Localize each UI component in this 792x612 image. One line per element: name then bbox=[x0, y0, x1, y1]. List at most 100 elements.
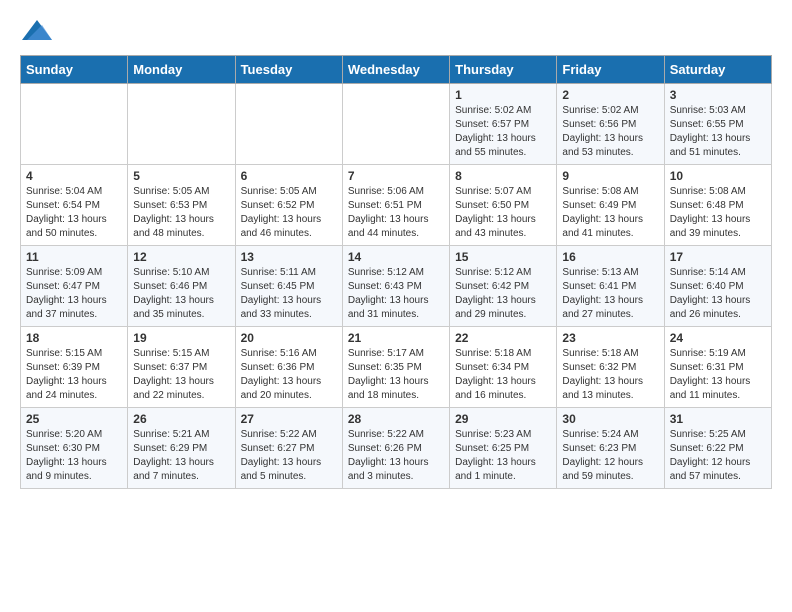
day-number: 6 bbox=[241, 169, 337, 183]
calendar-cell: 11 Sunrise: 5:09 AM Sunset: 6:47 PM Dayli… bbox=[21, 246, 128, 327]
day-number: 18 bbox=[26, 331, 122, 345]
day-number: 31 bbox=[670, 412, 766, 426]
calendar-cell: 31 Sunrise: 5:25 AM Sunset: 6:22 PM Dayli… bbox=[664, 408, 771, 489]
calendar-cell: 20 Sunrise: 5:16 AM Sunset: 6:36 PM Dayli… bbox=[235, 327, 342, 408]
day-number: 20 bbox=[241, 331, 337, 345]
day-info: Sunrise: 5:10 AM Sunset: 6:46 PM Dayligh… bbox=[133, 266, 229, 322]
day-info: Sunrise: 5:19 AM Sunset: 6:31 PM Dayligh… bbox=[670, 347, 766, 403]
day-info: Sunrise: 5:13 AM Sunset: 6:41 PM Dayligh… bbox=[562, 266, 658, 322]
day-info: Sunrise: 5:14 AM Sunset: 6:40 PM Dayligh… bbox=[670, 266, 766, 322]
calendar-cell: 3 Sunrise: 5:03 AM Sunset: 6:55 PM Daylig… bbox=[664, 84, 771, 165]
calendar-cell: 25 Sunrise: 5:20 AM Sunset: 6:30 PM Dayli… bbox=[21, 408, 128, 489]
calendar-cell: 26 Sunrise: 5:21 AM Sunset: 6:29 PM Dayli… bbox=[128, 408, 235, 489]
logo-text bbox=[20, 20, 52, 45]
day-info: Sunrise: 5:25 AM Sunset: 6:22 PM Dayligh… bbox=[670, 428, 766, 484]
header-saturday: Saturday bbox=[664, 56, 771, 84]
day-info: Sunrise: 5:21 AM Sunset: 6:29 PM Dayligh… bbox=[133, 428, 229, 484]
day-number: 28 bbox=[348, 412, 444, 426]
calendar-cell: 23 Sunrise: 5:18 AM Sunset: 6:32 PM Dayli… bbox=[557, 327, 664, 408]
day-number: 11 bbox=[26, 250, 122, 264]
day-info: Sunrise: 5:12 AM Sunset: 6:43 PM Dayligh… bbox=[348, 266, 444, 322]
day-number: 2 bbox=[562, 88, 658, 102]
day-number: 13 bbox=[241, 250, 337, 264]
calendar-cell: 16Sunrise: 5:13 AM Sunset: 6:41 PM Dayli… bbox=[557, 246, 664, 327]
calendar-cell: 6 Sunrise: 5:05 AM Sunset: 6:52 PM Daylig… bbox=[235, 165, 342, 246]
day-info: Sunrise: 5:16 AM Sunset: 6:36 PM Dayligh… bbox=[241, 347, 337, 403]
day-info: Sunrise: 5:22 AM Sunset: 6:26 PM Dayligh… bbox=[348, 428, 444, 484]
day-info: Sunrise: 5:09 AM Sunset: 6:47 PM Dayligh… bbox=[26, 266, 122, 322]
day-number: 19 bbox=[133, 331, 229, 345]
calendar-cell: 13 Sunrise: 5:11 AM Sunset: 6:45 PM Dayli… bbox=[235, 246, 342, 327]
calendar-cell: 21Sunrise: 5:17 AM Sunset: 6:35 PM Dayli… bbox=[342, 327, 449, 408]
header-tuesday: Tuesday bbox=[235, 56, 342, 84]
calendar-cell: 27 Sunrise: 5:22 AM Sunset: 6:27 PM Dayli… bbox=[235, 408, 342, 489]
calendar-week-row: 18Sunrise: 5:15 AM Sunset: 6:39 PM Dayli… bbox=[21, 327, 772, 408]
day-number: 1 bbox=[455, 88, 551, 102]
day-info: Sunrise: 5:20 AM Sunset: 6:30 PM Dayligh… bbox=[26, 428, 122, 484]
day-number: 14 bbox=[348, 250, 444, 264]
calendar-cell: 7 Sunrise: 5:06 AM Sunset: 6:51 PM Daylig… bbox=[342, 165, 449, 246]
day-number: 4 bbox=[26, 169, 122, 183]
day-info: Sunrise: 5:03 AM Sunset: 6:55 PM Dayligh… bbox=[670, 104, 766, 160]
calendar-cell: 12 Sunrise: 5:10 AM Sunset: 6:46 PM Dayli… bbox=[128, 246, 235, 327]
day-number: 22 bbox=[455, 331, 551, 345]
day-info: Sunrise: 5:08 AM Sunset: 6:49 PM Dayligh… bbox=[562, 185, 658, 241]
day-number: 8 bbox=[455, 169, 551, 183]
logo bbox=[20, 20, 52, 45]
day-number: 25 bbox=[26, 412, 122, 426]
day-info: Sunrise: 5:12 AM Sunset: 6:42 PM Dayligh… bbox=[455, 266, 551, 322]
calendar-cell: 30Sunrise: 5:24 AM Sunset: 6:23 PM Dayli… bbox=[557, 408, 664, 489]
day-info: Sunrise: 5:05 AM Sunset: 6:53 PM Dayligh… bbox=[133, 185, 229, 241]
calendar-cell: 29 Sunrise: 5:23 AM Sunset: 6:25 PM Dayli… bbox=[450, 408, 557, 489]
calendar-week-row: 11 Sunrise: 5:09 AM Sunset: 6:47 PM Dayli… bbox=[21, 246, 772, 327]
day-number: 26 bbox=[133, 412, 229, 426]
day-info: Sunrise: 5:18 AM Sunset: 6:34 PM Dayligh… bbox=[455, 347, 551, 403]
day-info: Sunrise: 5:23 AM Sunset: 6:25 PM Dayligh… bbox=[455, 428, 551, 484]
day-info: Sunrise: 5:06 AM Sunset: 6:51 PM Dayligh… bbox=[348, 185, 444, 241]
day-info: Sunrise: 5:08 AM Sunset: 6:48 PM Dayligh… bbox=[670, 185, 766, 241]
day-info: Sunrise: 5:18 AM Sunset: 6:32 PM Dayligh… bbox=[562, 347, 658, 403]
calendar-cell: 2 Sunrise: 5:02 AM Sunset: 6:56 PM Daylig… bbox=[557, 84, 664, 165]
calendar-table: SundayMondayTuesdayWednesdayThursdayFrid… bbox=[20, 55, 772, 489]
day-number: 23 bbox=[562, 331, 658, 345]
calendar-header-row: SundayMondayTuesdayWednesdayThursdayFrid… bbox=[21, 56, 772, 84]
calendar-cell: 15 Sunrise: 5:12 AM Sunset: 6:42 PM Dayli… bbox=[450, 246, 557, 327]
calendar-cell: 18Sunrise: 5:15 AM Sunset: 6:39 PM Dayli… bbox=[21, 327, 128, 408]
day-number: 9 bbox=[562, 169, 658, 183]
day-number: 21 bbox=[348, 331, 444, 345]
day-number: 5 bbox=[133, 169, 229, 183]
calendar-cell: 10Sunrise: 5:08 AM Sunset: 6:48 PM Dayli… bbox=[664, 165, 771, 246]
calendar-cell: 5 Sunrise: 5:05 AM Sunset: 6:53 PM Daylig… bbox=[128, 165, 235, 246]
day-number: 12 bbox=[133, 250, 229, 264]
page-header bbox=[20, 20, 772, 45]
day-number: 29 bbox=[455, 412, 551, 426]
calendar-week-row: 4Sunrise: 5:04 AM Sunset: 6:54 PM Daylig… bbox=[21, 165, 772, 246]
calendar-cell: 1 Sunrise: 5:02 AM Sunset: 6:57 PM Daylig… bbox=[450, 84, 557, 165]
day-number: 15 bbox=[455, 250, 551, 264]
calendar-cell bbox=[21, 84, 128, 165]
calendar-cell: 22 Sunrise: 5:18 AM Sunset: 6:34 PM Dayli… bbox=[450, 327, 557, 408]
calendar-cell: 9 Sunrise: 5:08 AM Sunset: 6:49 PM Daylig… bbox=[557, 165, 664, 246]
day-info: Sunrise: 5:11 AM Sunset: 6:45 PM Dayligh… bbox=[241, 266, 337, 322]
calendar-cell: 8Sunrise: 5:07 AM Sunset: 6:50 PM Daylig… bbox=[450, 165, 557, 246]
day-info: Sunrise: 5:22 AM Sunset: 6:27 PM Dayligh… bbox=[241, 428, 337, 484]
header-monday: Monday bbox=[128, 56, 235, 84]
calendar-week-row: 25 Sunrise: 5:20 AM Sunset: 6:30 PM Dayli… bbox=[21, 408, 772, 489]
calendar-cell: 4Sunrise: 5:04 AM Sunset: 6:54 PM Daylig… bbox=[21, 165, 128, 246]
day-number: 27 bbox=[241, 412, 337, 426]
calendar-cell: 24Sunrise: 5:19 AM Sunset: 6:31 PM Dayli… bbox=[664, 327, 771, 408]
day-number: 30 bbox=[562, 412, 658, 426]
day-info: Sunrise: 5:02 AM Sunset: 6:57 PM Dayligh… bbox=[455, 104, 551, 160]
day-number: 17 bbox=[670, 250, 766, 264]
header-wednesday: Wednesday bbox=[342, 56, 449, 84]
header-thursday: Thursday bbox=[450, 56, 557, 84]
day-info: Sunrise: 5:02 AM Sunset: 6:56 PM Dayligh… bbox=[562, 104, 658, 160]
calendar-cell: 19Sunrise: 5:15 AM Sunset: 6:37 PM Dayli… bbox=[128, 327, 235, 408]
calendar-cell: 17 Sunrise: 5:14 AM Sunset: 6:40 PM Dayli… bbox=[664, 246, 771, 327]
header-friday: Friday bbox=[557, 56, 664, 84]
header-sunday: Sunday bbox=[21, 56, 128, 84]
logo-icon bbox=[22, 20, 52, 40]
day-number: 7 bbox=[348, 169, 444, 183]
day-number: 3 bbox=[670, 88, 766, 102]
day-info: Sunrise: 5:05 AM Sunset: 6:52 PM Dayligh… bbox=[241, 185, 337, 241]
